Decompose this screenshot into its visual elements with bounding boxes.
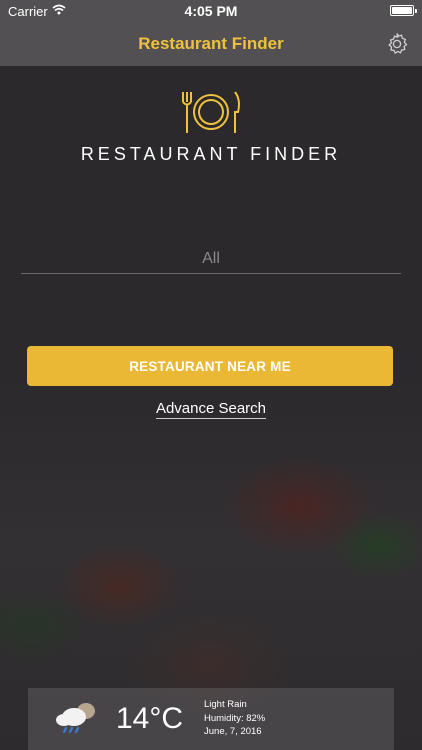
weather-date: June, 7, 2016 — [204, 726, 262, 737]
weather-widget: 14°C Light Rain Humidity: 82% June, 7, 2… — [28, 688, 394, 750]
restaurant-near-me-button[interactable]: RESTAURANT NEAR ME — [27, 346, 393, 386]
weather-condition: Light Rain — [204, 699, 247, 710]
weather-details: Light Rain Humidity: 82% June, 7, 2016 — [204, 698, 265, 739]
battery-icon — [390, 5, 417, 16]
weather-humidity: Humidity: 82% — [204, 712, 266, 724]
search-input[interactable] — [21, 244, 401, 274]
advance-search-wrapper: Advance Search — [0, 400, 422, 419]
fork-plate-knife-icon — [182, 91, 240, 133]
advance-search-link[interactable]: Advance Search — [155, 400, 267, 419]
navigation-bar: Restaurant Finder — [0, 22, 422, 66]
cloud-rain-icon — [56, 703, 95, 734]
temperature: 14°C — [116, 702, 184, 735]
nav-title: Restaurant Finder — [138, 34, 284, 53]
status-time: 4:05 PM — [184, 3, 238, 19]
status-bar: Carrier 4:05 PM — [0, 0, 422, 22]
main-content: RESTAURANT FINDER RESTAURANT NEAR ME Adv… — [0, 66, 422, 750]
gear-icon[interactable] — [384, 31, 410, 57]
logo-text: RESTAURANT FINDER — [80, 144, 342, 164]
